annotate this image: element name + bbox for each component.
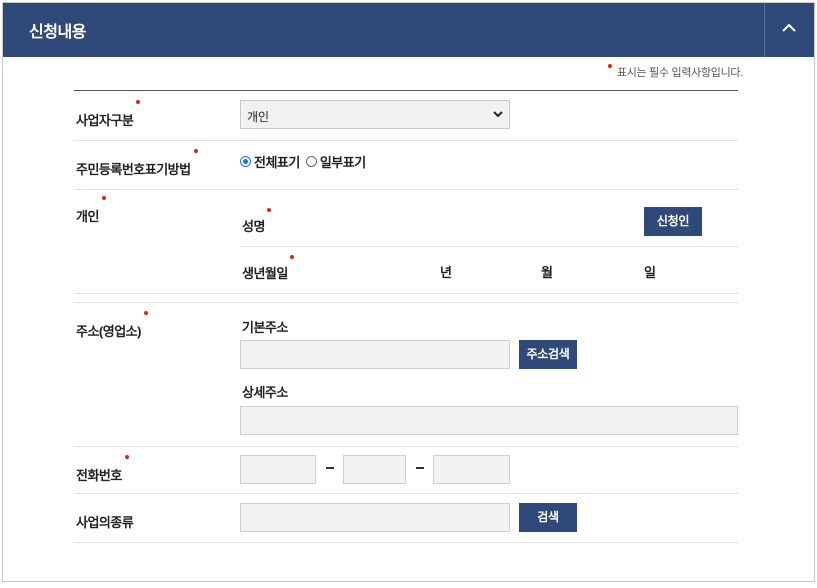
- basic-address-input[interactable]: [240, 340, 510, 369]
- required-dot-icon: [289, 255, 294, 259]
- birthdate-label: 생년월일: [242, 255, 294, 282]
- row-divider: [74, 293, 738, 294]
- row-divider: [74, 302, 738, 303]
- business-type-selected-value: 개인: [247, 110, 270, 124]
- dash-separator: [416, 467, 424, 469]
- application-panel: 신청내용: [2, 2, 815, 582]
- dash-separator: [326, 467, 334, 469]
- required-dot-icon: [607, 64, 612, 68]
- resident-display-label: 주민등록번호표기방법: [76, 149, 198, 178]
- required-dot-icon: [101, 196, 106, 200]
- chevron-up-icon: [782, 23, 796, 32]
- row-divider: [74, 446, 738, 447]
- resident-display-radio-group: 전체표기 일부표기: [240, 152, 366, 171]
- required-dot-icon: [143, 311, 148, 315]
- business-kind-input[interactable]: [240, 503, 510, 532]
- year-unit: 년: [440, 265, 452, 280]
- required-dot-icon: [193, 149, 198, 153]
- business-type-label: 사업자구분: [76, 100, 141, 129]
- required-dot-icon: [124, 455, 129, 459]
- address-search-button[interactable]: 주소검색: [519, 340, 577, 369]
- row-divider: [74, 493, 738, 494]
- top-divider: [74, 90, 738, 91]
- radio-full-display[interactable]: 전체표기: [240, 152, 300, 171]
- chevron-down-icon: [493, 111, 503, 118]
- phone-label: 전화번호: [76, 455, 129, 484]
- business-kind-label: 사업의종류: [76, 515, 134, 530]
- detail-address-input[interactable]: [240, 406, 738, 435]
- name-label: 성명: [242, 208, 271, 235]
- required-legend: 표시는 필수 입력사항입니다.: [607, 64, 743, 80]
- applicant-button[interactable]: 신청인: [644, 207, 702, 236]
- business-kind-search-button[interactable]: 검색: [519, 503, 577, 532]
- detail-address-label: 상세주소: [242, 385, 288, 400]
- legend-text: 표시는 필수 입력사항입니다.: [616, 67, 743, 79]
- address-label: 주소(영업소): [76, 311, 148, 340]
- phone-part-1-input[interactable]: [240, 455, 316, 484]
- basic-address-label: 기본주소: [242, 320, 288, 335]
- panel-title: 신청내용: [29, 24, 86, 41]
- sub-divider: [240, 246, 738, 247]
- row-divider: [74, 189, 738, 190]
- radio-checked-icon: [240, 156, 251, 167]
- radio-unchecked-icon: [305, 156, 317, 167]
- phone-part-3-input[interactable]: [433, 455, 510, 484]
- required-dot-icon: [266, 208, 271, 212]
- radio-partial-display[interactable]: 일부표기: [305, 152, 366, 171]
- individual-label: 개인: [76, 196, 106, 225]
- row-divider: [74, 542, 738, 543]
- day-unit: 일: [644, 265, 656, 280]
- phone-part-2-input[interactable]: [343, 455, 406, 484]
- month-unit: 월: [541, 265, 553, 280]
- panel-header: 신청내용: [3, 3, 814, 57]
- business-type-select[interactable]: 개인: [240, 100, 510, 129]
- row-divider: [74, 140, 738, 141]
- collapse-button[interactable]: [764, 3, 814, 57]
